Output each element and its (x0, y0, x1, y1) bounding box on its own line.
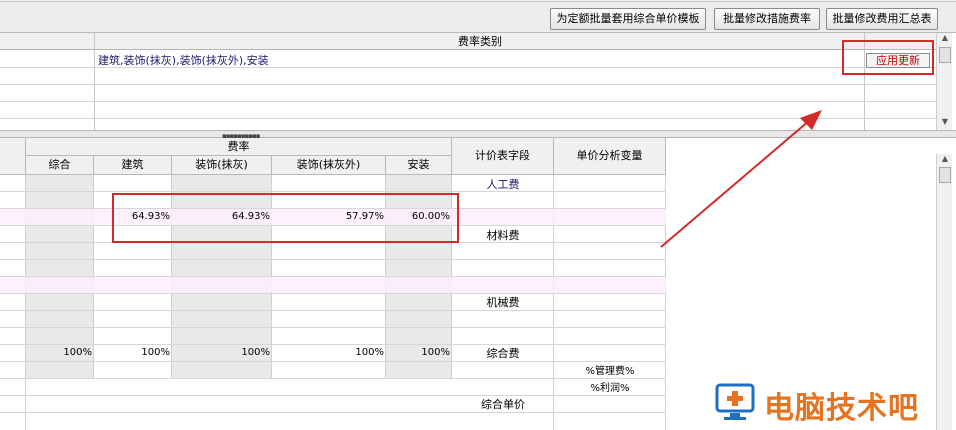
watermark: 电脑技术吧 (714, 377, 954, 427)
annotation-arrow-line (660, 119, 811, 248)
annotation-arrow (660, 110, 822, 248)
monitor-plus-icon (715, 383, 755, 420)
watermark-text: 电脑技术吧 (764, 391, 919, 426)
